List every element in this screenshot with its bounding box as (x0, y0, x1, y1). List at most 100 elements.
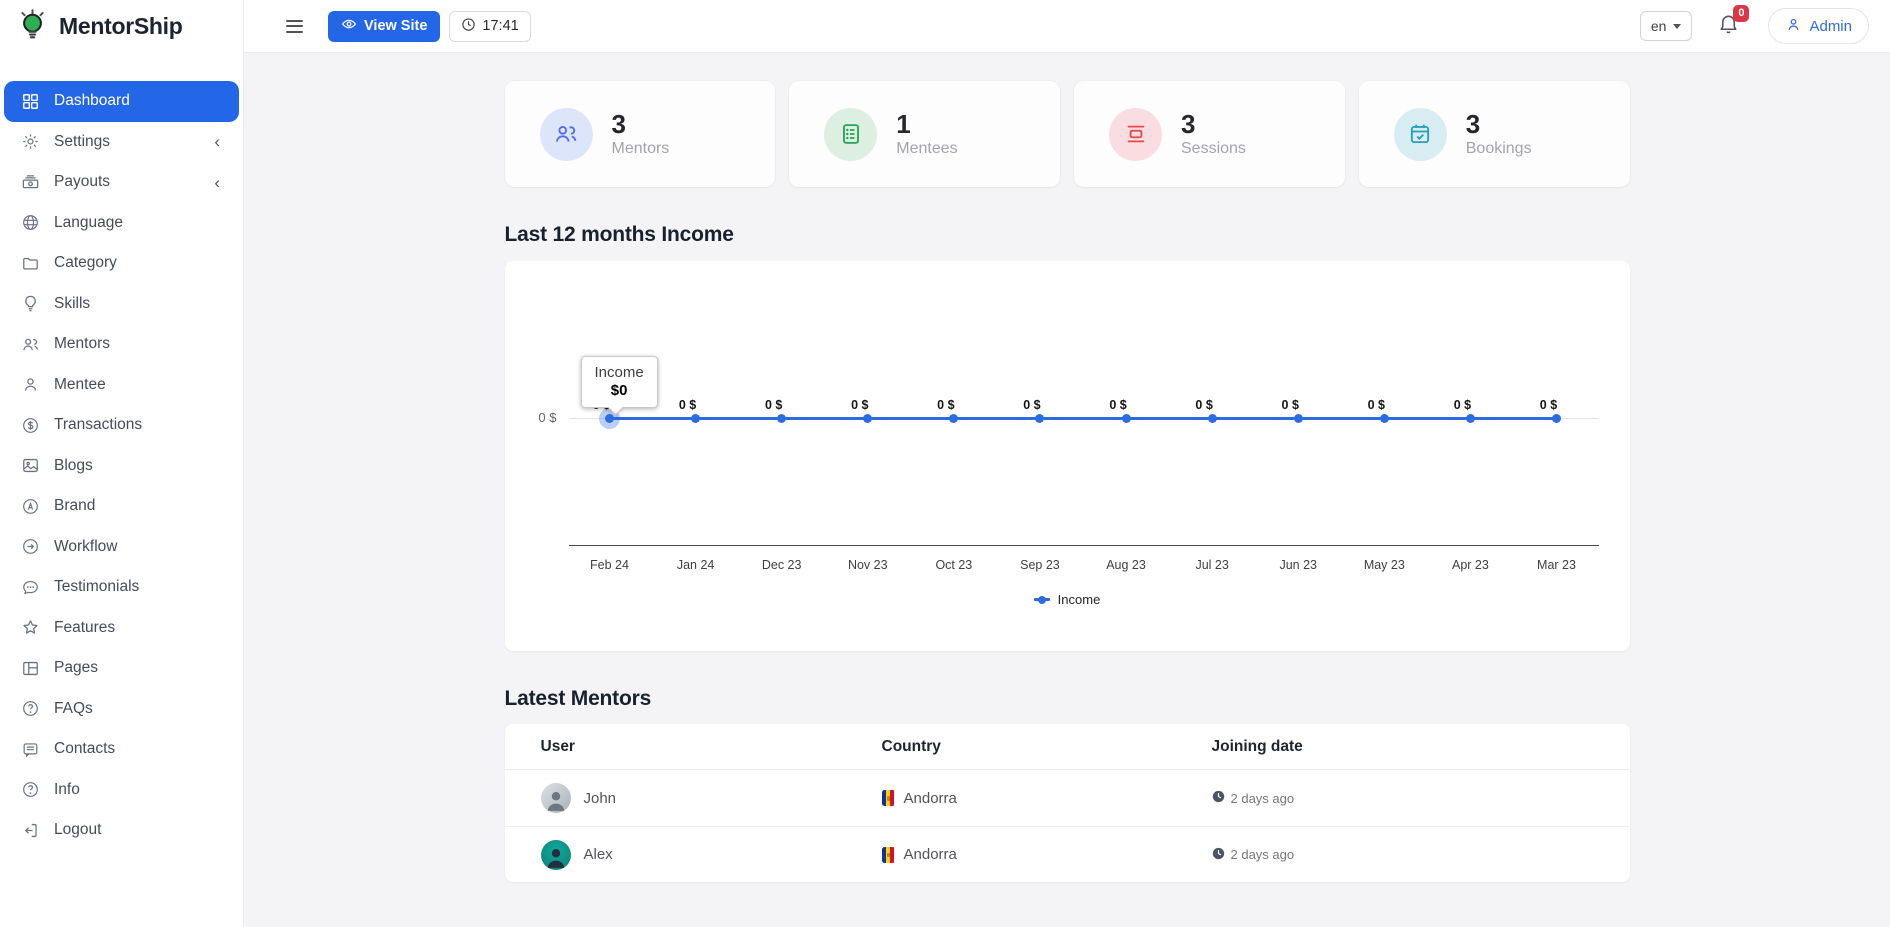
sidebar-item-testimonials[interactable]: Testimonials (0, 567, 243, 608)
notebook-list-icon (824, 108, 877, 161)
sidebar-item-transactions[interactable]: Transactions (0, 405, 243, 446)
column-header-user: User (541, 738, 882, 756)
sidebar-item-mentors[interactable]: Mentors (0, 324, 243, 365)
circled-a-icon (21, 496, 41, 516)
x-axis-tick-label: Jan 24 (663, 558, 729, 572)
sidebar-item-label: Payouts (54, 173, 110, 191)
stat-label: Mentees (896, 140, 957, 158)
mentor-name: Alex (584, 846, 613, 863)
chart-legend: Income (505, 592, 1630, 607)
sidebar-item-label: Features (54, 619, 115, 637)
screen-card-icon (1109, 108, 1162, 161)
admin-menu-button[interactable]: Admin (1768, 8, 1869, 44)
point-value-label: 0 $ (924, 398, 968, 412)
stats-cards: 3 Mentors 1 Mentees 3 Sess (505, 81, 1630, 187)
sidebar-item-skills[interactable]: Skills (0, 284, 243, 325)
notifications-button[interactable]: 0 (1717, 12, 1740, 40)
stat-value: 1 (896, 110, 957, 140)
sidebar-item-features[interactable]: Features (0, 608, 243, 649)
notification-count-badge: 0 (1733, 5, 1749, 22)
sidebar-item-label: Skills (54, 295, 90, 313)
stat-value: 3 (612, 110, 670, 140)
data-point (863, 414, 872, 423)
data-point (1122, 414, 1131, 423)
point-value-label: 0 $ (1010, 398, 1054, 412)
sidebar-item-workflow[interactable]: Workflow (0, 527, 243, 568)
chevron-left-icon: ‹ (214, 133, 243, 150)
x-axis-tick-label: Nov 23 (835, 558, 901, 572)
sidebar-item-blogs[interactable]: Blogs (0, 446, 243, 487)
question-circle-icon (21, 699, 41, 719)
layout-table-icon (21, 658, 41, 678)
brand: MentorShip (0, 0, 243, 53)
sidebar-item-contacts[interactable]: Contacts (0, 729, 243, 770)
avatar (541, 783, 571, 813)
point-value-label: 0 $ (1182, 398, 1226, 412)
hamburger-menu-icon[interactable] (282, 16, 307, 37)
income-chart: 0 $ Income $0 Income 0 $ Feb 24 0 $ Jan 24 0… (505, 261, 1630, 651)
andorra-flag-icon (882, 790, 895, 806)
sidebar-item-payouts[interactable]: Payouts ‹ (0, 162, 243, 203)
sidebar-item-language[interactable]: Language (0, 203, 243, 244)
table-header-row: User Country Joining date (505, 724, 1630, 770)
time-button[interactable]: 17:41 (449, 11, 530, 42)
sidebar-item-mentee[interactable]: Mentee (0, 365, 243, 406)
chevron-left-icon: ‹ (214, 174, 243, 191)
column-header-country: Country (882, 738, 1212, 756)
data-point (949, 414, 958, 423)
language-dropdown[interactable]: en (1640, 11, 1693, 41)
user-icon (21, 375, 41, 395)
column-header-joining-date: Joining date (1212, 738, 1630, 756)
x-axis-tick-label: Aug 23 (1093, 558, 1159, 572)
y-axis-tick-label: 0 $ (519, 410, 557, 425)
tooltip-series-name: Income (595, 364, 644, 381)
eye-icon (341, 16, 357, 36)
stat-card-mentees: 1 Mentees (789, 81, 1060, 187)
data-point (1208, 414, 1217, 423)
data-point (605, 414, 614, 423)
sidebar-item-brand[interactable]: Brand (0, 486, 243, 527)
clock-icon (1212, 790, 1225, 806)
cash-stack-icon (21, 172, 41, 192)
sidebar-item-label: Language (54, 214, 123, 232)
mentor-name: John (584, 790, 617, 807)
clock-icon (461, 17, 476, 36)
sidebar-item-logout[interactable]: Logout (0, 810, 243, 851)
sidebar-nav: Dashboard Settings ‹ Payouts ‹ Language (0, 53, 243, 851)
help-circle-icon (21, 780, 41, 800)
view-site-button[interactable]: View Site (328, 11, 440, 42)
joining-date: 2 days ago (1231, 791, 1295, 806)
arrow-circle-icon (21, 537, 41, 557)
dashboard-grid-icon (21, 91, 41, 111)
sidebar-item-pages[interactable]: Pages (0, 648, 243, 689)
sidebar-item-label: Dashboard (54, 92, 130, 110)
x-axis-tick-label: Feb 24 (577, 558, 643, 572)
data-point (691, 414, 700, 423)
tooltip-value: $0 (595, 382, 644, 399)
users-icon (21, 334, 41, 354)
chat-bubble-icon (21, 577, 41, 597)
sidebar-item-faqs[interactable]: FAQs (0, 689, 243, 730)
main-content: 3 Mentors 1 Mentees 3 Sess (244, 0, 1890, 927)
sidebar-item-label: Info (54, 781, 80, 799)
x-axis-tick-label: Apr 23 (1437, 558, 1503, 572)
x-axis-tick-label: Jul 23 (1179, 558, 1245, 572)
stat-value: 3 (1466, 110, 1532, 140)
topbar: View Site 17:41 en 0 Admin (244, 0, 1890, 53)
gear-icon (21, 132, 41, 152)
andorra-flag-icon (882, 847, 895, 863)
point-value-label: 0 $ (1440, 398, 1484, 412)
sidebar-item-info[interactable]: Info (0, 770, 243, 811)
brand-name: MentorShip (59, 13, 183, 40)
data-point (1552, 414, 1561, 423)
x-axis-tick-label: Oct 23 (921, 558, 987, 572)
sidebar-item-label: Mentee (54, 376, 106, 394)
stat-card-bookings: 3 Bookings (1359, 81, 1630, 187)
sidebar-item-category[interactable]: Category (0, 243, 243, 284)
chart-tooltip: Income $0 (581, 356, 658, 408)
x-axis-line (569, 545, 1599, 546)
sidebar-item-label: Transactions (54, 416, 142, 434)
income-series-line (610, 417, 1557, 420)
sidebar-item-settings[interactable]: Settings ‹ (0, 122, 243, 163)
sidebar-item-dashboard[interactable]: Dashboard (4, 81, 239, 122)
